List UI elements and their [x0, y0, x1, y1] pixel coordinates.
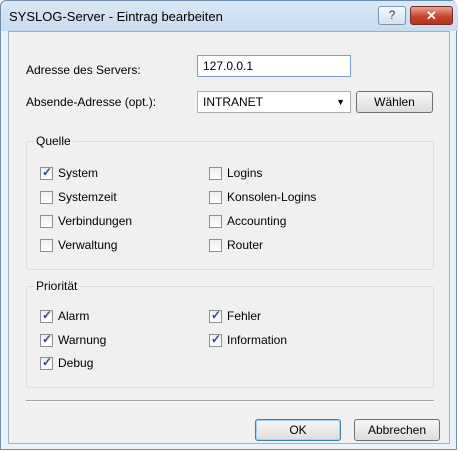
checkbox-box[interactable] [209, 167, 222, 180]
checkbox-label: Verwaltung [58, 238, 118, 252]
sender-address-select[interactable]: INTRANET ▼ [197, 91, 351, 113]
checkbox-box[interactable]: ✓ [209, 332, 222, 347]
checkbox-label: Fehler [227, 309, 262, 323]
title-bar[interactable]: SYSLOG-Server - Eintrag bearbeiten ? ✕ [1, 1, 458, 31]
checkbox-label: Warnung [58, 333, 107, 347]
source-group-title: Quelle [34, 134, 73, 148]
checkmark-icon: ✓ [42, 165, 53, 179]
checkbox-label: Information [227, 333, 288, 347]
checkbox-label: Accounting [227, 214, 287, 228]
checkmark-icon: ✓ [211, 308, 222, 322]
checkbox-label: Debug [58, 356, 94, 370]
help-icon: ? [388, 8, 396, 22]
checkbox-label: Systemzeit [58, 190, 117, 204]
checkbox-box[interactable] [40, 215, 53, 228]
choose-button[interactable]: Wählen [356, 91, 433, 113]
checkbox-box[interactable]: ✓ [40, 165, 53, 180]
checkbox-label: Konsolen-Logins [227, 190, 317, 204]
checkbox-label: Logins [227, 166, 263, 180]
close-button[interactable]: ✕ [410, 6, 453, 25]
checkbox-box[interactable] [40, 239, 53, 252]
separator [26, 400, 434, 402]
checkbox-box[interactable] [209, 215, 222, 228]
checkmark-icon: ✓ [42, 355, 53, 369]
checkbox-label: System [58, 166, 99, 180]
source-group: Quelle ✓ System Systemzeit Verbindungen … [26, 134, 434, 270]
sender-address-label: Absende-Adresse (opt.): [26, 95, 157, 109]
checkbox-box[interactable]: ✓ [209, 308, 222, 323]
window-title: SYSLOG-Server - Eintrag bearbeiten [9, 9, 223, 24]
cancel-button[interactable]: Abbrechen [354, 419, 440, 441]
server-address-input[interactable]: 127.0.0.1 [197, 55, 351, 77]
close-icon: ✕ [426, 8, 437, 23]
server-address-label: Adresse des Servers: [26, 63, 141, 77]
dialog-client-area: Adresse des Servers: 127.0.0.1 Absende-A… [8, 31, 450, 444]
checkmark-icon: ✓ [42, 332, 53, 346]
checkbox-box[interactable] [209, 239, 222, 252]
checkmark-icon: ✓ [211, 332, 222, 346]
dialog-window: SYSLOG-Server - Eintrag bearbeiten ? ✕ A… [0, 0, 458, 450]
help-button[interactable]: ? [378, 6, 406, 25]
checkbox-label: Alarm [58, 309, 90, 323]
checkbox-box[interactable]: ✓ [40, 308, 53, 323]
checkbox-label: Verbindungen [58, 214, 133, 228]
checkbox-box[interactable] [40, 191, 53, 204]
checkmark-icon: ✓ [42, 308, 53, 322]
sender-address-value: INTRANET [203, 95, 263, 109]
checkbox-box[interactable] [209, 191, 222, 204]
priority-group-title: Priorität [34, 279, 80, 293]
ok-button[interactable]: OK [255, 419, 341, 441]
checkbox-box[interactable]: ✓ [40, 332, 53, 347]
checkbox-box[interactable]: ✓ [40, 355, 53, 370]
priority-group: Priorität ✓ Alarm ✓ Warnung ✓ Debug ✓ Fe… [26, 279, 434, 388]
checkbox-label: Router [227, 238, 264, 252]
chevron-down-icon[interactable]: ▼ [336, 92, 345, 112]
